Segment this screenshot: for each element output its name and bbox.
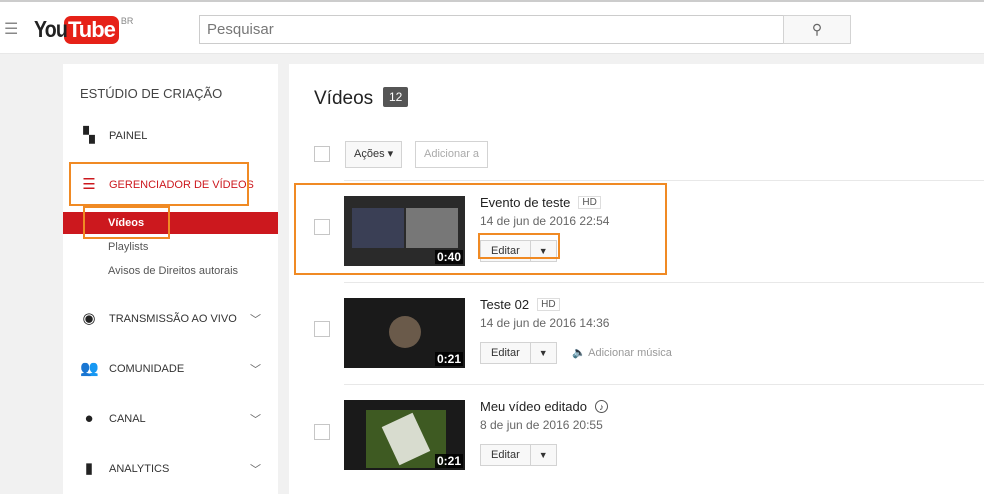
people-icon: 👥 [80, 360, 99, 377]
hamburger-menu-icon[interactable]: ☰ [4, 19, 18, 39]
edit-button[interactable]: Editar [481, 343, 530, 363]
video-checkbox[interactable] [314, 424, 330, 440]
select-all-checkbox[interactable] [314, 146, 330, 162]
live-icon: ◉ [82, 310, 96, 327]
search-input[interactable]: Pesquisar [199, 15, 784, 44]
highlight-box [294, 183, 667, 275]
dashboard-icon: ▚ [83, 127, 95, 144]
logo-tube: Tube [64, 16, 119, 44]
sidebar: ESTÚDIO DE CRIAÇÃO ▚ PAINEL ☰ GERENCIADOR … [63, 64, 278, 494]
sidebar-item-community[interactable]: 👥 COMUNIDADE ﹀ [80, 360, 261, 378]
label: CANAL [109, 413, 146, 425]
top-bar: ☰ You Tube BR Pesquisar ⚲ [0, 0, 984, 54]
logo-you: You [34, 16, 68, 42]
add-to-button[interactable]: Adicionar a [415, 141, 489, 168]
sidebar-subitem-playlists[interactable]: Playlists [108, 241, 148, 253]
video-date: 14 de jun de 2016 14:36 [480, 316, 610, 330]
video-thumbnail[interactable]: 0:21 [344, 298, 465, 368]
region-label: BR [120, 16, 134, 26]
search-button[interactable]: ⚲ [783, 15, 851, 44]
video-count-badge: 12 [383, 87, 409, 107]
speaker-icon: 🔈 [572, 347, 586, 359]
add-music-link[interactable]: 🔈 Adicionar música [572, 346, 672, 359]
account-icon: ● [84, 410, 94, 427]
sidebar-subitem-copyright[interactable]: Avisos de Direitos autorais [108, 265, 238, 277]
sidebar-item-painel[interactable]: ▚ PAINEL [80, 127, 147, 145]
video-list-panel: Vídeos 12 Ações ▾ Adicionar a 0:40 Event… [289, 64, 984, 494]
label: TRANSMISSÃO AO VIVO [109, 313, 237, 325]
search-icon: ⚲ [811, 21, 823, 37]
page-title: Vídeos [314, 88, 374, 109]
chevron-down-icon: ﹀ [250, 314, 261, 326]
sidebar-item-analytics[interactable]: ▮ ANALYTICS ﹀ [80, 460, 261, 478]
video-thumbnail[interactable]: 0:21 [344, 400, 465, 470]
highlight-box [83, 206, 170, 239]
video-date: 8 de jun de 2016 20:55 [480, 418, 603, 432]
chevron-down-icon[interactable]: ▼ [529, 445, 556, 465]
sidebar-item-live[interactable]: ◉ TRANSMISSÃO AO VIVO ﹀ [80, 310, 261, 328]
video-title[interactable]: Meu vídeo editado [480, 399, 587, 414]
hd-badge: HD [537, 298, 560, 311]
chevron-down-icon: ﹀ [250, 464, 261, 476]
edit-button-group[interactable]: Editar ▼ [480, 444, 557, 466]
video-title[interactable]: Teste 02 [480, 297, 529, 312]
label: COMUNIDADE [109, 363, 185, 375]
highlight-box [69, 162, 249, 206]
chevron-down-icon: ﹀ [250, 364, 261, 376]
sidebar-item-channel[interactable]: ● CANAL ﹀ [80, 410, 261, 428]
label: Adicionar música [588, 347, 672, 359]
chevron-down-icon[interactable]: ▼ [529, 343, 556, 363]
youtube-logo[interactable]: You Tube BR [34, 16, 133, 44]
video-row: 0:21 Meu vídeo editado ♪ 8 de jun de 2016… [344, 384, 984, 486]
music-note-icon: ♪ [594, 400, 608, 413]
duration: 0:21 [434, 454, 463, 468]
duration: 0:21 [434, 352, 463, 366]
sidebar-title: ESTÚDIO DE CRIAÇÃO [80, 86, 223, 101]
highlight-box [478, 233, 560, 259]
edit-button[interactable]: Editar [481, 445, 530, 465]
analytics-icon: ▮ [84, 460, 94, 477]
edit-button-group[interactable]: Editar ▼ [480, 342, 557, 364]
video-checkbox[interactable] [314, 321, 330, 337]
label: ANALYTICS [109, 463, 170, 475]
video-row: 0:21 Teste 02 HD 14 de jun de 2016 14:36 … [344, 282, 984, 384]
actions-dropdown[interactable]: Ações ▾ [345, 141, 403, 168]
chevron-down-icon: ﹀ [250, 414, 261, 426]
label: PAINEL [109, 130, 148, 142]
